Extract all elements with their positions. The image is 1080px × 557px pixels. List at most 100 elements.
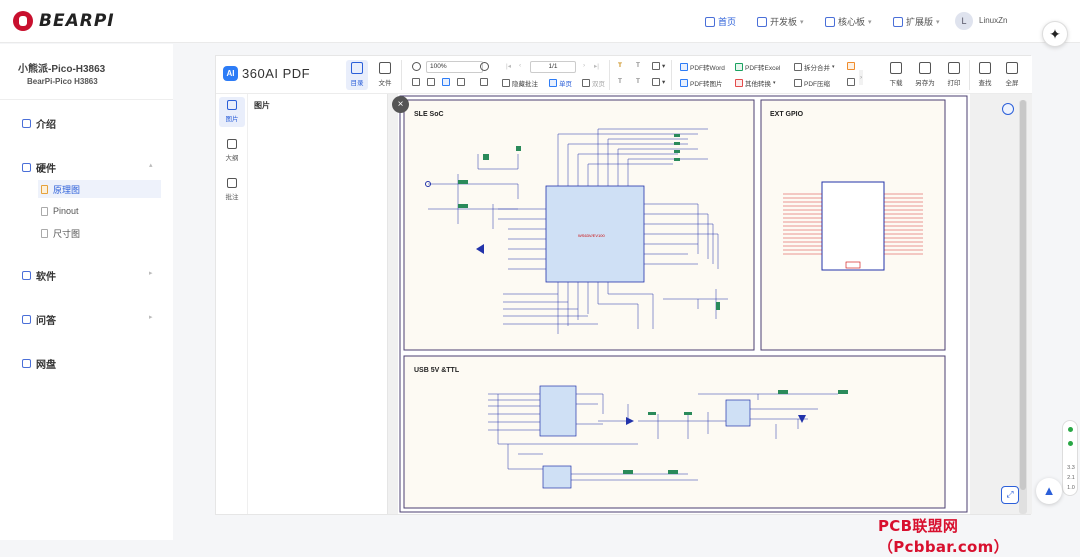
hide-annotations-label: 隐藏批注 [512, 81, 538, 88]
pdf-to-word-button[interactable]: PDF转Word [680, 62, 725, 72]
excel-icon [735, 63, 743, 71]
fit-page-icon[interactable] [442, 78, 450, 86]
file-menu-button[interactable]: 文件 [374, 60, 396, 87]
sidebar-item-hardware[interactable]: 硬件 [22, 160, 56, 175]
text-box-icon[interactable]: T [636, 62, 640, 69]
pdf-to-image-button[interactable]: PDF转图片 [680, 78, 723, 88]
underline-icon[interactable]: T [636, 78, 640, 85]
double-page-button[interactable]: 双页 [582, 78, 605, 88]
pdf-compress-button[interactable]: PDF压缩 [794, 78, 830, 88]
next-page-icon[interactable]: › [583, 62, 585, 69]
ttl-chip [542, 465, 572, 489]
fullscreen-button[interactable]: 全屏 [1001, 60, 1023, 87]
nav-extension[interactable]: 扩展版 ▾ [893, 15, 940, 28]
close-panel-button[interactable]: × [392, 96, 409, 113]
vertical-scrollbar[interactable] [1019, 100, 1027, 514]
rail-outline[interactable]: 大纲 [219, 136, 245, 166]
more-tool-icon[interactable] [847, 62, 855, 70]
pdf-viewer: AI 360AI PDF 目录 文件 100% |◂ ‹ 1/1 › ▸| 隐藏… [215, 55, 1032, 515]
scrollbar-thumb[interactable] [1020, 100, 1026, 490]
pdf-to-excel-button[interactable]: PDF转Excel [735, 62, 780, 72]
convert-icon [735, 79, 743, 87]
user-name[interactable]: LinuxZn [979, 16, 1007, 25]
strikethrough-icon[interactable]: T [618, 78, 622, 85]
sidebar-subitem-pinout[interactable]: Pinout [38, 202, 161, 220]
text-tool-icon[interactable]: T [618, 62, 622, 69]
last-page-icon[interactable]: ▸| [594, 62, 599, 70]
fit-width-icon[interactable] [457, 78, 465, 86]
compress-icon [794, 79, 802, 87]
rail-annotations[interactable]: 批注 [219, 175, 245, 205]
file-icon [41, 184, 48, 194]
expand-icon[interactable]: ⤢ [1001, 486, 1019, 504]
document-canvas[interactable]: SLE SoC WS63V/EV100 EXT GPIO USB 5V &TTL [388, 94, 1032, 514]
chevron-right-icon[interactable]: ▸ [149, 269, 153, 277]
rotate-left-icon[interactable] [412, 78, 420, 86]
other-convert-button[interactable]: 其他转换 ▾ [735, 78, 776, 88]
shape-icon[interactable]: ▾ [652, 78, 665, 86]
toolbar-expand-icon[interactable]: › [859, 70, 864, 85]
download-button[interactable]: 下载 [885, 60, 907, 87]
sidebar-item-label: 网盘 [36, 360, 56, 371]
chevron-up-icon[interactable]: ▴ [149, 161, 153, 169]
rail-images[interactable]: 图片 [219, 97, 245, 127]
save-as-label: 另存为 [915, 80, 935, 87]
status-widget[interactable]: 3.3 2.1 1.0 [1062, 420, 1078, 496]
save-as-button[interactable]: 另存为 [914, 60, 936, 87]
sidebar-item-netdisk[interactable]: 网盘 [22, 356, 56, 371]
find-button[interactable]: 查找 [974, 60, 996, 87]
page-input[interactable]: 1/1 [530, 61, 576, 73]
nav-devboard-label: 开发板 [770, 17, 798, 27]
site-logo[interactable]: BEARPI [13, 11, 115, 31]
sidebar-item-software[interactable]: 软件 [22, 268, 56, 283]
rotate-right-icon[interactable] [427, 78, 435, 86]
status-value: 1.0 [1067, 485, 1075, 491]
more-tool-icon[interactable] [847, 78, 855, 86]
sidebar-item-qa[interactable]: 问答 [22, 312, 56, 327]
chevron-right-icon[interactable]: ▸ [149, 313, 153, 321]
sidebar-item-intro[interactable]: 介绍 [22, 116, 56, 131]
assistant-icon[interactable]: ✦ [1042, 21, 1068, 47]
highlight-icon[interactable]: ▾ [652, 62, 665, 70]
user-avatar[interactable]: L [955, 12, 973, 30]
eye-off-icon [502, 79, 510, 87]
sidebar-subitem-schematic[interactable]: 原理图 [38, 180, 161, 198]
divider [609, 60, 610, 90]
zoom-select[interactable]: 100% [426, 61, 483, 73]
pdf-toolbar: AI 360AI PDF 目录 文件 100% |◂ ‹ 1/1 › ▸| 隐藏… [216, 56, 1032, 94]
zoom-out-icon[interactable] [480, 62, 489, 71]
other-convert-label: 其他转换 [745, 81, 771, 88]
schematic-drawing: SLE SoC WS63V/EV100 EXT GPIO USB 5V &TTL [399, 95, 968, 513]
rocket-icon[interactable]: ▲ [1036, 478, 1062, 504]
split-merge-button[interactable]: 拆分合并 ▾ [794, 62, 835, 72]
status-value: 2.1 [1067, 475, 1075, 481]
logo-text: BEARPI [39, 11, 115, 31]
nav-devboard[interactable]: 开发板 ▾ [757, 15, 804, 28]
status-dot [1068, 441, 1073, 446]
nav-coreboard[interactable]: 核心板 ▾ [825, 15, 872, 28]
prev-page-icon[interactable]: ‹ [519, 62, 521, 69]
print-button[interactable]: 打印 [943, 60, 965, 87]
page-nav-icon[interactable] [1002, 103, 1014, 115]
minus-icon[interactable] [480, 78, 488, 86]
status-value: 3.3 [1067, 465, 1075, 471]
gpio-header-key [845, 261, 861, 269]
file-icon [41, 206, 48, 216]
sidebar-subitem-dimensions[interactable]: 尺寸图 [38, 224, 161, 242]
single-page-button[interactable]: 单页 [549, 78, 572, 88]
soc-chip-label: WS63V/EV100 [578, 233, 605, 238]
file-label: 文件 [378, 80, 392, 87]
zoom-in-icon[interactable] [412, 62, 421, 71]
double-page-icon [582, 79, 590, 87]
board-icon [757, 16, 767, 27]
double-page-label: 双页 [592, 81, 605, 88]
home-icon [705, 16, 715, 27]
nav-home[interactable]: 首页 [705, 15, 736, 28]
sidebar-item-label: 问答 [36, 316, 56, 327]
toc-button[interactable]: 目录 [346, 60, 368, 90]
rail-label: 批注 [225, 194, 239, 201]
image-panel: 图片 [248, 94, 388, 514]
hide-annotations-button[interactable]: 隐藏批注 [502, 78, 538, 88]
divider [401, 60, 402, 90]
first-page-icon[interactable]: |◂ [506, 62, 511, 70]
